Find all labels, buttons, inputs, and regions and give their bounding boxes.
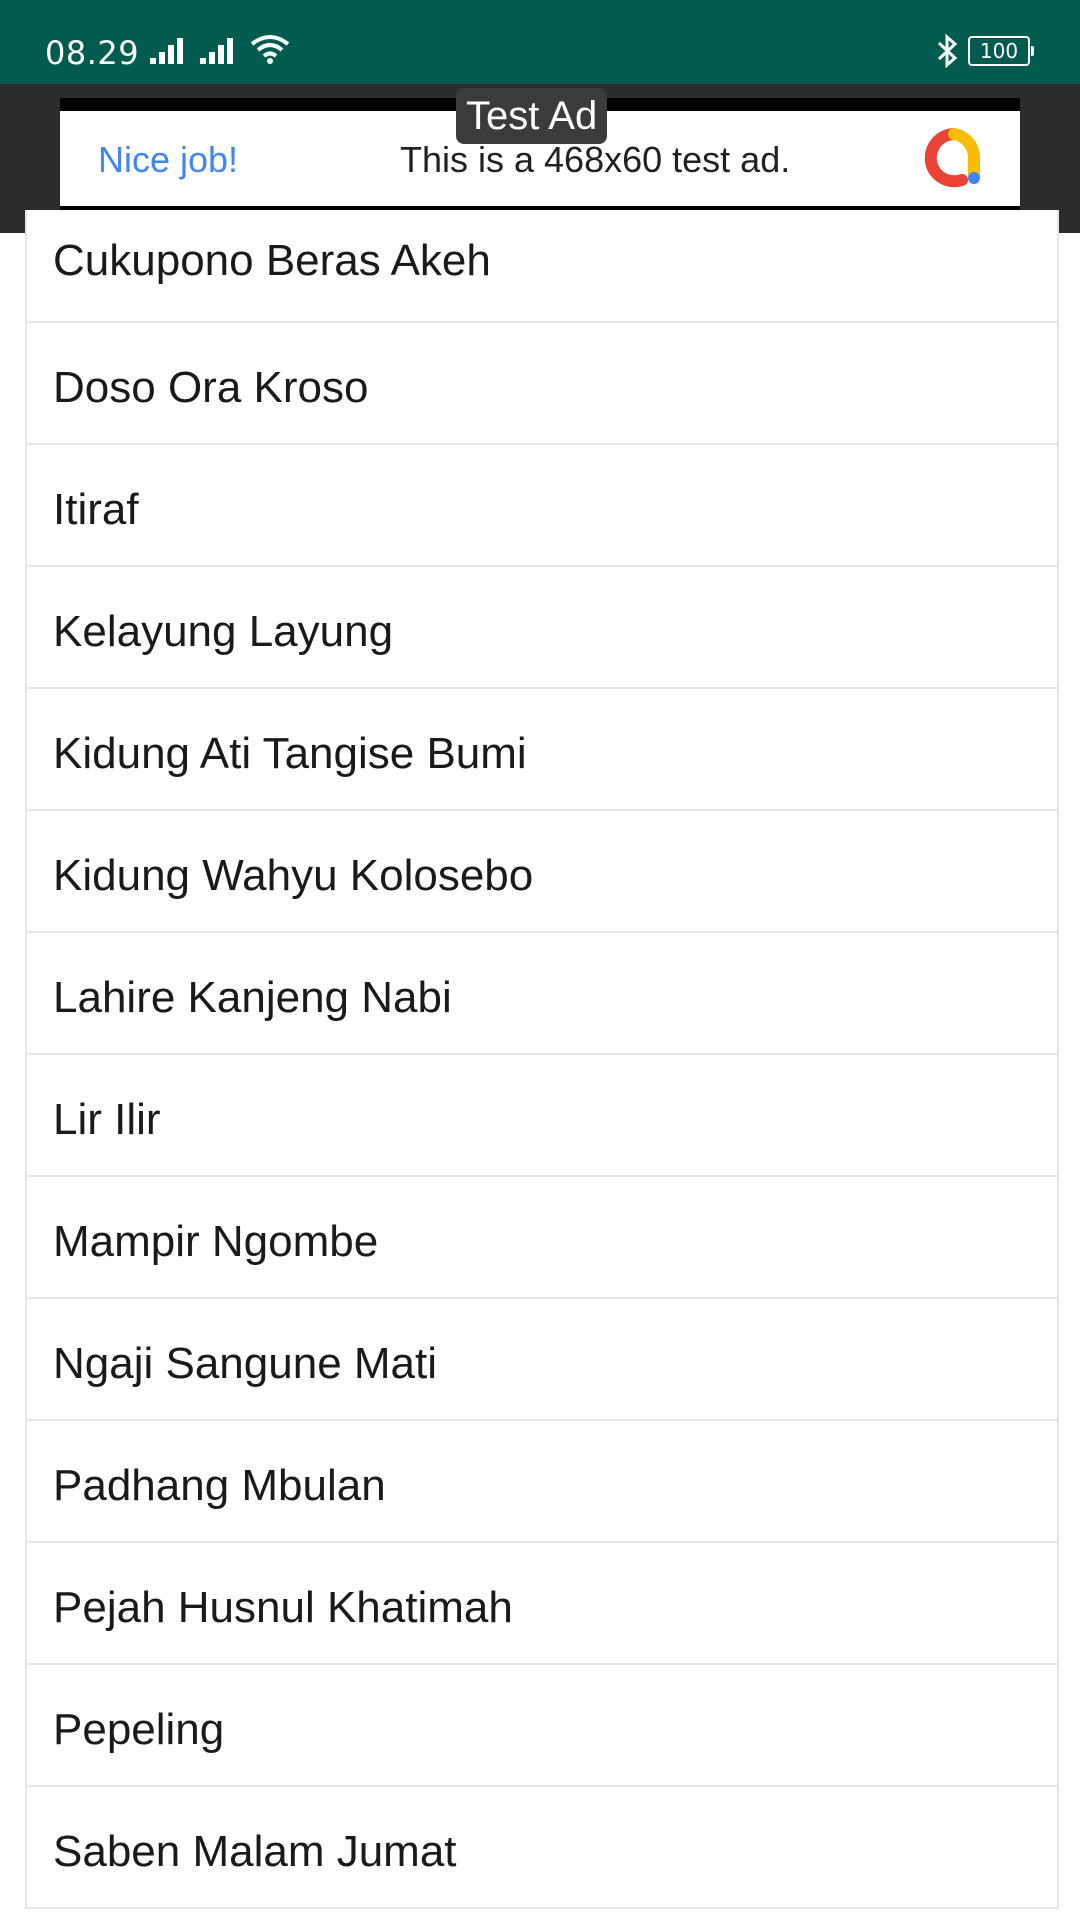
list-item-label: Doso Ora Kroso	[53, 363, 369, 412]
list-item[interactable]: Pejah Husnul Khatimah	[27, 1543, 1057, 1665]
list-item-label: Kidung Wahyu Kolosebo	[53, 851, 534, 900]
list-item-label: Kelayung Layung	[53, 607, 394, 656]
status-time: 08.29	[45, 34, 140, 72]
list-item[interactable]: Pepeling	[27, 1665, 1057, 1787]
list-item[interactable]: Mampir Ngombe	[27, 1177, 1057, 1299]
list-item[interactable]: Kidung Ati Tangise Bumi	[27, 689, 1057, 811]
list-item-label: Mampir Ngombe	[53, 1217, 379, 1266]
list-item[interactable]: Padhang Mbulan	[27, 1421, 1057, 1543]
ad-body[interactable]: This is a 468x60 test ad.	[400, 139, 790, 181]
list-item-label: Pepeling	[53, 1705, 225, 1754]
wifi-icon	[250, 35, 290, 64]
signal-icon	[150, 38, 183, 64]
list-item-label: Lir Ilir	[53, 1095, 161, 1144]
list-item[interactable]: Ngaji Sangune Mati	[27, 1299, 1057, 1421]
list-item[interactable]: Doso Ora Kroso	[27, 323, 1057, 445]
list-item-label: Ngaji Sangune Mati	[53, 1339, 438, 1388]
status-bar: 08.29 100	[0, 0, 1080, 84]
song-list: Cukupono Beras Akeh Doso Ora Kroso Itiraf K…	[25, 210, 1059, 1909]
google-ads-icon[interactable]	[922, 126, 986, 190]
status-icons-right: 100	[936, 34, 1034, 68]
list-item[interactable]: Cukupono Beras Akeh	[27, 210, 1057, 323]
bluetooth-icon	[937, 34, 958, 68]
list-item[interactable]: Itiraf	[27, 445, 1057, 567]
list-item-label: Padhang Mbulan	[53, 1461, 386, 1510]
list-item[interactable]: Saben Malam Jumat	[27, 1787, 1057, 1909]
list-item[interactable]: Kidung Wahyu Kolosebo	[27, 811, 1057, 933]
battery-indicator: 100	[968, 36, 1034, 66]
list-item-label: Lahire Kanjeng Nabi	[53, 973, 452, 1022]
list-item[interactable]: Lahire Kanjeng Nabi	[27, 933, 1057, 1055]
list-item-label: Kidung Ati Tangise Bumi	[53, 729, 527, 778]
list-item-label: Cukupono Beras Akeh	[53, 236, 491, 285]
list-item-label: Itiraf	[53, 485, 139, 534]
test-ad-badge: Test Ad	[456, 88, 608, 144]
list-item[interactable]: Kelayung Layung	[27, 567, 1057, 689]
status-icons-left	[150, 34, 290, 64]
list-item[interactable]: Lir Ilir	[27, 1055, 1057, 1177]
signal-icon	[200, 38, 233, 64]
list-item-label: Saben Malam Jumat	[53, 1827, 457, 1876]
ad-headline[interactable]: Nice job!	[98, 139, 238, 181]
list-item-label: Pejah Husnul Khatimah	[53, 1583, 513, 1632]
